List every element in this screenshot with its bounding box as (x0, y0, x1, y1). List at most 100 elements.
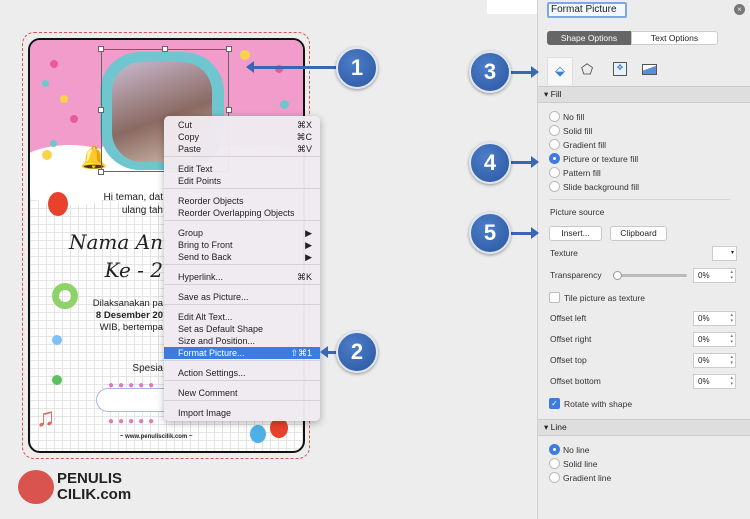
menu-item-save-as-picture[interactable]: Save as Picture... (164, 291, 320, 303)
menu-item-label: Edit Points (178, 176, 222, 186)
menu-shortcut: ▶ (305, 228, 312, 238)
clipboard-button[interactable]: Clipboard (610, 226, 667, 241)
menu-item-label: Import Image (178, 408, 232, 418)
menu-separator (164, 188, 320, 189)
menu-item-edit-points[interactable]: Edit Points (164, 175, 320, 187)
radio-no-fill[interactable] (549, 111, 560, 122)
line-section-header[interactable]: ▾ Line (538, 419, 750, 436)
picture-icon[interactable] (642, 64, 657, 75)
menu-shortcut: ⌘V (296, 144, 312, 154)
radio-solid-fill[interactable] (549, 125, 560, 136)
context-menu: Cut ⌘X Copy ⌘C Paste ⌘V Edit Text Edit Points Re… (164, 116, 320, 421)
menu-item-label: Reorder Overlapping Objects (178, 208, 295, 218)
offset-top-input[interactable]: 0% (693, 353, 736, 368)
menu-shortcut: ⌘K (296, 272, 312, 282)
menu-separator (164, 380, 320, 381)
menu-shortcut: ⇧⌘1 (290, 348, 312, 358)
resize-handle[interactable] (226, 46, 232, 52)
menu-shortcut: ⌘C (296, 132, 313, 142)
menu-item-send-to-back[interactable]: Send to Back ▶ (164, 251, 320, 263)
radio-label: No line (563, 445, 590, 455)
callout-5: 5 (469, 212, 511, 254)
callout-arrow (320, 346, 336, 358)
radio-picture-or-texture-fill[interactable] (549, 153, 560, 164)
offset-left-input[interactable]: 0% (693, 311, 736, 326)
menu-item-reorder-objects[interactable]: Reorder Objects (164, 195, 320, 207)
radio-slide-background-fill[interactable] (549, 181, 560, 192)
menu-item-label: Paste (178, 144, 202, 154)
tab-text-options[interactable]: Text Options (631, 31, 718, 45)
offset-bottom-input[interactable]: 0% (693, 374, 736, 389)
menu-item-label: Reorder Objects (178, 196, 244, 206)
transparency-slider[interactable] (613, 271, 687, 280)
menu-item-paste[interactable]: Paste ⌘V (164, 143, 320, 155)
callout-3: 3 (469, 51, 511, 93)
offset-right-input[interactable]: 0% (693, 332, 736, 347)
menu-item-format-picture[interactable]: Format Picture... ⇧⌘1 (164, 347, 320, 359)
menu-item-set-as-default-shape[interactable]: Set as Default Shape (164, 323, 320, 335)
transparency-input[interactable]: 0% (693, 268, 736, 283)
close-icon[interactable]: × (734, 4, 745, 15)
menu-separator (164, 264, 320, 265)
callout-arrow (511, 156, 539, 168)
slider-thumb[interactable] (613, 271, 622, 280)
menu-item-label: Action Settings... (178, 368, 246, 378)
resize-handle[interactable] (226, 107, 232, 113)
rotate-label: Rotate with shape (564, 399, 633, 409)
callout-2: 2 (336, 331, 378, 373)
picture-source-label: Picture source (550, 207, 605, 217)
menu-item-label: Cut (178, 120, 193, 130)
menu-item-copy[interactable]: Copy ⌘C (164, 131, 320, 143)
menu-item-action-settings[interactable]: Action Settings... (164, 367, 320, 379)
menu-item-bring-to-front[interactable]: Bring to Front ▶ (164, 239, 320, 251)
resize-handle[interactable] (162, 46, 168, 52)
radio-no-line[interactable] (549, 444, 560, 455)
texture-picker[interactable]: ▾ (712, 246, 737, 261)
menu-item-new-comment[interactable]: New Comment (164, 387, 320, 399)
callout-arrow (511, 66, 539, 78)
menu-item-size-and-position[interactable]: Size and Position... (164, 335, 320, 347)
size-properties-icon[interactable]: ✥ (613, 62, 627, 76)
tile-checkbox[interactable] (549, 292, 560, 303)
menu-item-group[interactable]: Group ▶ (164, 227, 320, 239)
offset-right-label: Offset right (550, 334, 592, 344)
menu-separator (164, 156, 320, 157)
panel-title: Format Picture (547, 2, 627, 18)
menu-item-label: Send to Back (178, 252, 232, 262)
resize-handle[interactable] (98, 107, 104, 113)
rotate-checkbox[interactable]: ✓ (549, 398, 560, 409)
tab-shape-options[interactable]: Shape Options (547, 31, 631, 45)
menu-item-cut[interactable]: Cut ⌘X (164, 119, 320, 131)
radio-pattern-fill[interactable] (549, 167, 560, 178)
donut-icon (52, 283, 78, 309)
menu-item-edit-text[interactable]: Edit Text (164, 163, 320, 175)
resize-handle[interactable] (98, 169, 104, 175)
resize-handle[interactable] (98, 46, 104, 52)
radio-gradient-line[interactable] (549, 472, 560, 483)
menu-item-import-image[interactable]: Import Image (164, 407, 320, 419)
child-name: Nama An (69, 230, 163, 254)
menu-item-label: Edit Text (178, 164, 213, 174)
logo-line-1: PENULIS (57, 470, 123, 487)
menu-item-label: Edit Alt Text... (178, 312, 233, 322)
menu-item-edit-alt-text[interactable]: Edit Alt Text... (164, 311, 320, 323)
detail-line-1: Dilaksanakan pa (92, 298, 163, 309)
format-picture-panel: Format Picture × Shape Options Text Opti… (537, 0, 750, 519)
fill-line-icon[interactable]: ⬙ (547, 57, 573, 85)
menu-item-reorder-overlapping-objects[interactable]: Reorder Overlapping Objects (164, 207, 320, 219)
menu-item-hyperlink[interactable]: Hyperlink... ⌘K (164, 271, 320, 283)
effects-pentagon-icon[interactable]: ⬠ (581, 61, 593, 78)
menu-item-label: Set as Default Shape (178, 324, 264, 334)
fill-section-header[interactable]: ▾ Fill (538, 86, 750, 103)
callout-1: 1 (336, 47, 378, 89)
radio-gradient-fill[interactable] (549, 139, 560, 150)
callout-arrow (511, 227, 539, 239)
special-text: Spesia (132, 363, 163, 374)
texture-label: Texture (550, 248, 578, 258)
tile-label: Tile picture as texture (564, 293, 645, 303)
radio-solid-line[interactable] (549, 458, 560, 469)
age-text: Ke - 2 (104, 258, 163, 282)
menu-separator (164, 284, 320, 285)
insert-button[interactable]: Insert... (549, 226, 602, 241)
menu-item-label: Save as Picture... (178, 292, 249, 302)
